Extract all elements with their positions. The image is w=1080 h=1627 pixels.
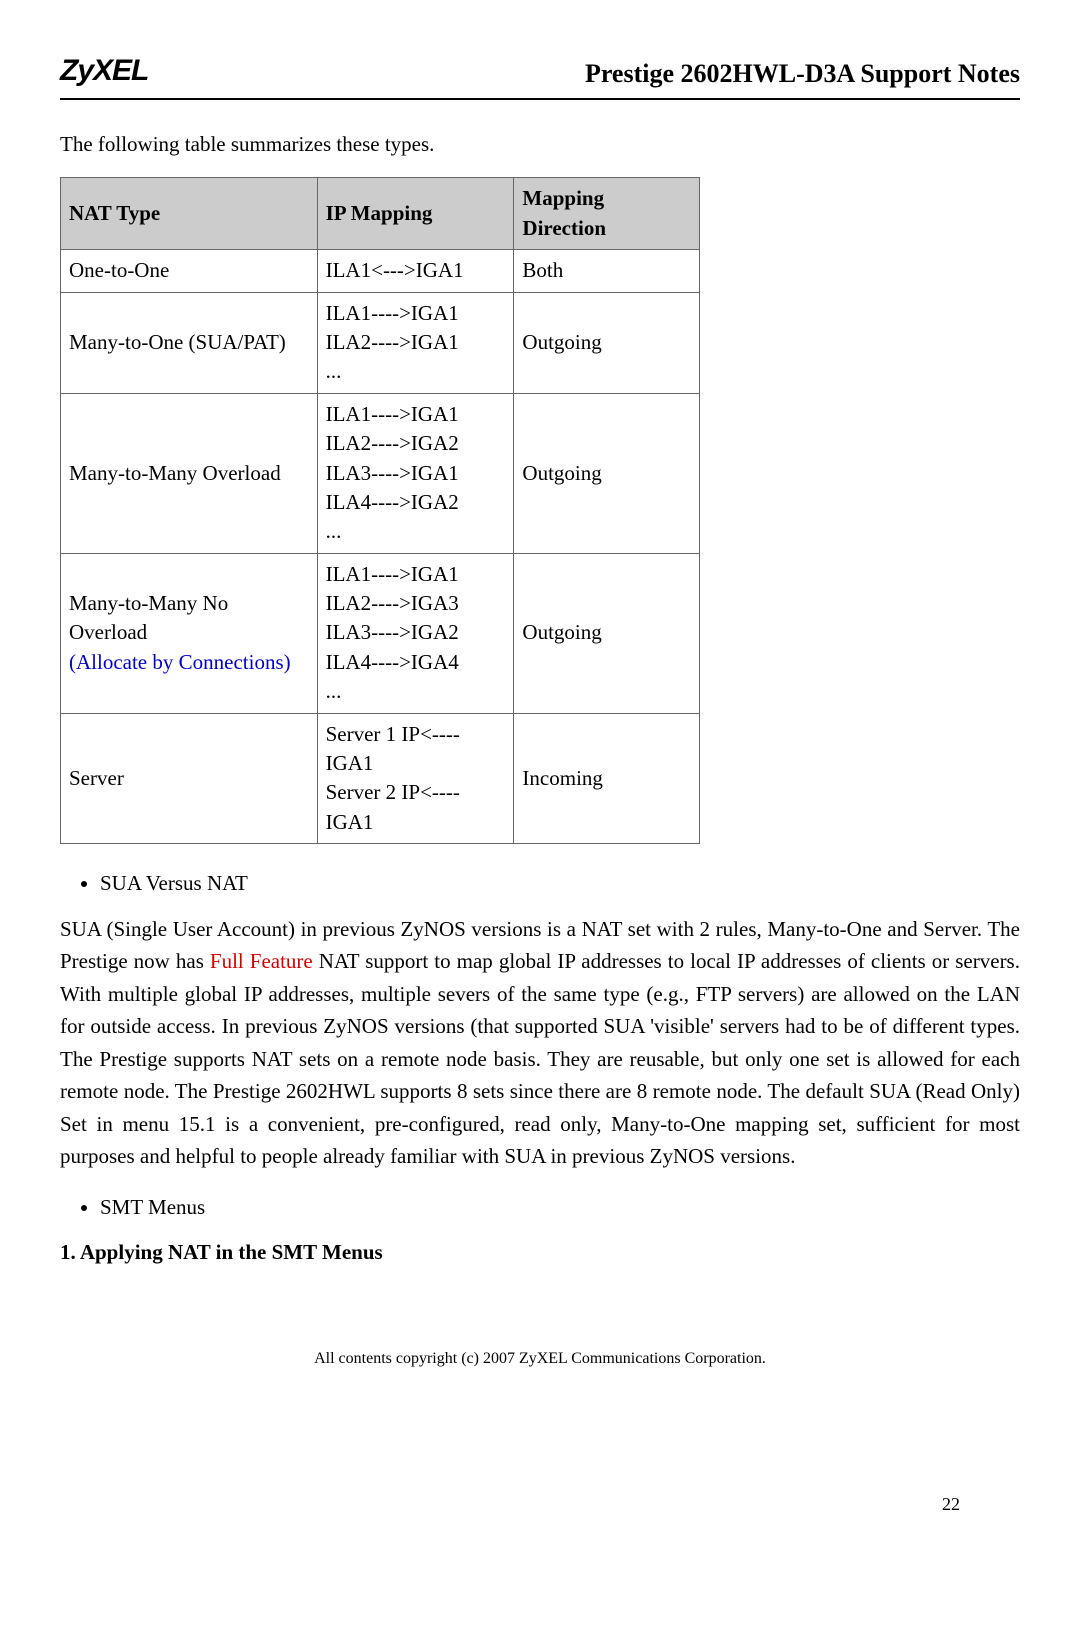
full-feature-highlight: Full Feature [210, 949, 313, 973]
list-item: SMT Menus [100, 1193, 1020, 1222]
table-row: Many-to-Many No Overload (Allocate by Co… [61, 553, 700, 713]
cell-nat-type: Many-to-Many Overload [61, 393, 318, 553]
page-number: 22 [942, 1492, 960, 1517]
cell-direction: Outgoing [514, 393, 700, 553]
table-row: Server Server 1 IP<----IGA1Server 2 IP<-… [61, 713, 700, 844]
intro-text: The following table summarizes these typ… [60, 130, 1020, 159]
section-heading: 1. Applying NAT in the SMT Menus [60, 1238, 1020, 1267]
cell-ip-mapping: Server 1 IP<----IGA1Server 2 IP<----IGA1 [317, 713, 514, 844]
document-title: Prestige 2602HWL-D3A Support Notes [585, 56, 1020, 92]
col-header-mapping-direction: Mapping Direction [514, 178, 700, 250]
cell-nat-type: Many-to-Many No Overload (Allocate by Co… [61, 553, 318, 713]
cell-direction: Outgoing [514, 553, 700, 713]
allocate-by-connections-link[interactable]: (Allocate by Connections) [69, 650, 291, 674]
cell-nat-type: One-to-One [61, 250, 318, 292]
cell-direction: Incoming [514, 713, 700, 844]
table-row: Many-to-Many Overload ILA1---->IGA1ILA2-… [61, 393, 700, 553]
table-row: One-to-One ILA1<--->IGA1 Both [61, 250, 700, 292]
col-header-nat-type: NAT Type [61, 178, 318, 250]
list-item: SUA Versus NAT [100, 869, 1020, 898]
cell-direction: Outgoing [514, 292, 700, 393]
page-header: ZyXEL Prestige 2602HWL-D3A Support Notes [60, 50, 1020, 100]
bullet-list: SUA Versus NAT [100, 869, 1020, 898]
nat-types-table: NAT Type IP Mapping Mapping Direction On… [60, 177, 700, 844]
cell-ip-mapping: ILA1<--->IGA1 [317, 250, 514, 292]
col-header-ip-mapping: IP Mapping [317, 178, 514, 250]
cell-nat-type: Many-to-One (SUA/PAT) [61, 292, 318, 393]
brand-logo: ZyXEL [60, 50, 148, 92]
page-footer: All contents copyright (c) 2007 ZyXEL Co… [60, 1348, 1020, 1370]
bullet-list: SMT Menus [100, 1193, 1020, 1222]
table-row: Many-to-One (SUA/PAT) ILA1---->IGA1ILA2-… [61, 292, 700, 393]
cell-ip-mapping: ILA1---->IGA1ILA2---->IGA3ILA3---->IGA2I… [317, 553, 514, 713]
cell-direction: Both [514, 250, 700, 292]
body-paragraph: SUA (Single User Account) in previous Zy… [60, 913, 1020, 1173]
cell-nat-type: Server [61, 713, 318, 844]
cell-ip-mapping: ILA1---->IGA1ILA2---->IGA2ILA3---->IGA1I… [317, 393, 514, 553]
cell-ip-mapping: ILA1---->IGA1ILA2---->IGA1... [317, 292, 514, 393]
para-text-post: NAT support to map global IP addresses t… [60, 949, 1020, 1168]
cell-text: Many-to-Many No Overload [69, 591, 228, 644]
